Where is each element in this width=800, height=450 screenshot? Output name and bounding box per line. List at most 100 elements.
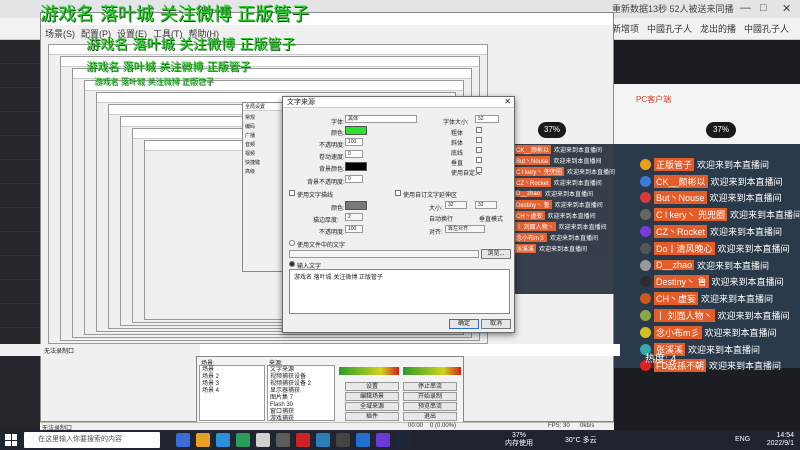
sidebar-item[interactable]	[0, 88, 42, 112]
chat-username[interactable]: CH丶虚妄	[654, 292, 698, 306]
opacity-input[interactable]: 100	[345, 138, 363, 146]
sources-list[interactable]: 文字来源 视频捕获设备 视频捕获设备 2 显示器捕获 图片集 7 Flash 3…	[267, 365, 335, 422]
font-size-input[interactable]: 52	[475, 115, 499, 123]
clock[interactable]: 14:54 2022/9/1	[767, 432, 794, 448]
close-icon[interactable]: ✕	[504, 97, 511, 106]
file-path-input[interactable]	[289, 250, 479, 258]
start-record-button[interactable]: 开始录制	[403, 392, 457, 401]
wechat-icon[interactable]	[236, 433, 250, 447]
edge-icon[interactable]	[216, 433, 230, 447]
scene-item[interactable]: 场景 3	[202, 381, 262, 388]
steam-icon[interactable]	[396, 433, 410, 447]
app-icon[interactable]	[336, 433, 350, 447]
bookmark-item[interactable]: 龙出的播	[700, 22, 736, 35]
stop-stream-button[interactable]: 停止串流	[403, 382, 457, 391]
browser-tab-title[interactable]: 重新数据13秒 52人被送来同播	[612, 2, 734, 15]
app-icon[interactable]	[356, 433, 370, 447]
outline-opacity-input[interactable]: 100	[345, 225, 363, 233]
source-item[interactable]: 图片集 7	[270, 395, 332, 402]
color-swatch[interactable]	[345, 126, 367, 135]
cancel-button[interactable]: 取消	[481, 319, 511, 329]
bgcolor-swatch[interactable]	[345, 162, 367, 171]
ok-button[interactable]: 确定	[449, 319, 479, 329]
source-item[interactable]: 显示器捕获	[270, 388, 332, 395]
sidebar-item[interactable]	[0, 304, 42, 328]
size-width-input[interactable]: 32	[445, 201, 467, 209]
global-sources-button[interactable]: 全域来源	[345, 402, 399, 411]
outline-color-swatch[interactable]	[345, 201, 367, 210]
italic-checkbox[interactable]	[476, 137, 482, 143]
chat-username[interactable]: But丶Nouse	[654, 191, 707, 205]
avatar[interactable]	[640, 242, 651, 254]
chat-username[interactable]: 丨 刘面人物丶	[654, 309, 715, 323]
custom-color-checkbox[interactable]	[476, 167, 482, 173]
scene-item[interactable]: 场景 2	[202, 374, 262, 381]
avatar[interactable]	[640, 310, 651, 322]
taskbar-search-input[interactable]: 在这里输入你要搜索的内容	[24, 432, 160, 448]
weather-widget[interactable]: 30°C 多云	[565, 435, 597, 445]
app-icon[interactable]	[316, 433, 330, 447]
task-view-icon[interactable]	[176, 433, 190, 447]
vertical-checkbox[interactable]	[476, 157, 482, 163]
app-icon[interactable]	[256, 433, 270, 447]
bold-checkbox[interactable]	[476, 127, 482, 133]
avatar[interactable]	[640, 293, 651, 305]
bookmark-item[interactable]: 中國孔子人	[744, 22, 789, 35]
size-height-input[interactable]: 32	[475, 201, 497, 209]
chat-username[interactable]: 正版管子	[654, 157, 695, 171]
minimize-icon[interactable]: —	[740, 2, 751, 14]
scene-item[interactable]: 场景 4	[202, 388, 262, 395]
source-item[interactable]: 文字来源	[270, 367, 332, 374]
custom-box-checkbox[interactable]	[395, 190, 401, 196]
avatar[interactable]	[640, 175, 651, 187]
sidebar-item[interactable]	[0, 256, 42, 280]
outline-thickness-input[interactable]: 2	[345, 213, 363, 221]
source-item[interactable]: 视频捕获设备 2	[270, 381, 332, 388]
sidebar-item[interactable]	[0, 64, 42, 88]
avatar[interactable]	[640, 226, 651, 238]
source-item[interactable]: 视频捕获设备	[270, 374, 332, 381]
font-select[interactable]: 黑体	[345, 115, 417, 123]
scroll-speed-input[interactable]: 0	[345, 150, 363, 158]
maximize-icon[interactable]: □	[760, 2, 767, 14]
chat-username[interactable]: 念小布m彡	[654, 325, 702, 339]
chat-username[interactable]: Destiny丶 鲁	[654, 275, 709, 289]
obs-icon[interactable]	[276, 433, 290, 447]
input-text-radio[interactable]	[289, 261, 295, 267]
underline-checkbox[interactable]	[476, 147, 482, 153]
avatar[interactable]	[640, 209, 651, 221]
sidebar-item[interactable]	[0, 112, 42, 136]
sidebar-item[interactable]	[0, 184, 42, 208]
browse-button[interactable]: 浏览...	[481, 249, 511, 259]
sidebar-item[interactable]	[0, 232, 42, 256]
avatar[interactable]	[640, 259, 651, 271]
sidebar-item[interactable]	[0, 40, 42, 64]
sidebar-item[interactable]	[0, 280, 42, 304]
avatar[interactable]	[640, 326, 651, 338]
outline-checkbox[interactable]	[289, 190, 295, 196]
scenes-list[interactable]: 场景 场景 2 场景 3 场景 4	[199, 365, 265, 421]
plugins-button[interactable]: 插件	[345, 412, 399, 421]
app-icon[interactable]	[296, 433, 310, 447]
bg-opacity-input[interactable]: 0	[345, 175, 363, 183]
bookmark-item[interactable]: 中國孔子人	[647, 22, 692, 35]
chat-username[interactable]: D__zhao	[654, 260, 695, 271]
preview-stream-button[interactable]: 预览串流	[403, 402, 457, 411]
file-explorer-icon[interactable]	[196, 433, 210, 447]
exit-button[interactable]: 退出	[403, 412, 457, 421]
bookmark-item[interactable]: 新增项	[612, 22, 639, 35]
sidebar-item[interactable]	[0, 136, 42, 160]
align-select[interactable]: 靠左对齐	[445, 225, 485, 233]
menu-scene[interactable]: 场景(S)	[45, 27, 75, 40]
settings-button[interactable]: 设置	[345, 382, 399, 391]
close-icon[interactable]: ✕	[782, 2, 791, 15]
source-item[interactable]: 窗口捕获	[270, 409, 332, 416]
scene-item[interactable]: 场景	[202, 367, 262, 374]
chat-username[interactable]: Do丨清风晚心	[654, 241, 715, 255]
use-file-radio[interactable]	[289, 240, 295, 246]
avatar[interactable]	[640, 192, 651, 204]
windows-start-icon[interactable]	[5, 434, 17, 446]
sidebar-item[interactable]	[0, 160, 42, 184]
sidebar-item[interactable]	[0, 208, 42, 232]
chat-username[interactable]: CK__颜彬以	[654, 174, 708, 188]
